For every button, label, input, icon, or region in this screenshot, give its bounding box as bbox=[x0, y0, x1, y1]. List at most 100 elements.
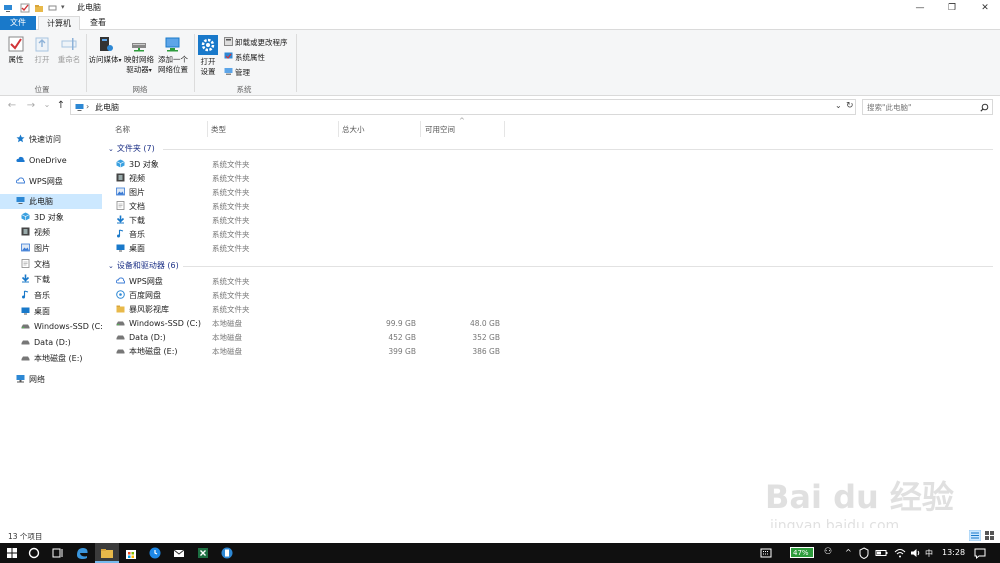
column-separator[interactable] bbox=[504, 121, 505, 137]
sidebar-item-downloads[interactable]: 下载 bbox=[0, 272, 102, 287]
column-header-free-space[interactable]: 可用空间 bbox=[413, 123, 455, 137]
access-media-button[interactable]: 访问媒体▾ bbox=[88, 35, 122, 66]
list-item[interactable]: 百度网盘 系统文件夹 bbox=[116, 289, 616, 303]
new-folder-icon[interactable] bbox=[34, 3, 44, 13]
sidebar-item-music[interactable]: 音乐 bbox=[0, 288, 102, 303]
tab-computer[interactable]: 计算机 bbox=[38, 16, 80, 31]
list-item[interactable]: 本地磁盘 (E:) 本地磁盘 399 GB 386 GB bbox=[116, 345, 616, 359]
map-network-drive-button[interactable]: 映射网络 驱动器▾ bbox=[122, 35, 156, 76]
uninstall-label: 卸载或更改程序 bbox=[235, 38, 288, 47]
keyboard-icon[interactable] bbox=[758, 545, 774, 561]
sidebar-item-desktop[interactable]: 桌面 bbox=[0, 304, 102, 319]
film-icon bbox=[116, 173, 125, 182]
search-input[interactable] bbox=[867, 102, 977, 113]
list-item[interactable]: 图片 系统文件夹 bbox=[116, 186, 616, 200]
search-box[interactable] bbox=[862, 99, 993, 115]
picture-icon bbox=[116, 187, 125, 196]
item-type: 本地磁盘 bbox=[212, 347, 242, 356]
wifi-icon[interactable] bbox=[892, 545, 908, 561]
system-properties-button[interactable]: 系统属性 bbox=[224, 52, 265, 63]
sidebar-item-quick-access[interactable]: 快速访问 bbox=[0, 132, 102, 147]
sidebar-item-videos[interactable]: 视频 bbox=[0, 225, 102, 240]
group-header-devices[interactable]: ⌄ 设备和驱动器 (6) bbox=[108, 260, 179, 271]
security-icon[interactable] bbox=[856, 545, 872, 561]
address-dropdown-button[interactable]: ⌄ bbox=[835, 101, 842, 110]
close-button[interactable]: ✕ bbox=[970, 0, 1000, 16]
mail-icon[interactable] bbox=[171, 545, 187, 561]
sidebar-item-drive-c[interactable]: Windows-SSD (C:) bbox=[0, 319, 106, 334]
people-icon[interactable]: ⚇ bbox=[824, 547, 832, 557]
manage-button[interactable]: 管理 bbox=[224, 67, 250, 78]
properties-icon[interactable] bbox=[20, 3, 30, 13]
properties-button[interactable]: 属性 bbox=[4, 35, 28, 65]
item-name: 3D 对象 bbox=[129, 160, 159, 169]
sidebar-item-drive-d[interactable]: Data (D:) bbox=[0, 335, 102, 350]
uninstall-program-button[interactable]: 卸载或更改程序 bbox=[224, 37, 288, 48]
cube-icon bbox=[116, 159, 125, 168]
list-item[interactable]: 3D 对象 系统文件夹 bbox=[116, 158, 616, 172]
group-header-folders[interactable]: ⌄ 文件夹 (7) bbox=[108, 143, 155, 154]
list-item[interactable]: 音乐 系统文件夹 bbox=[116, 228, 616, 242]
edge-browser-icon[interactable] bbox=[74, 545, 90, 561]
programs-icon bbox=[224, 37, 233, 46]
store-icon[interactable] bbox=[123, 545, 139, 561]
volume-icon[interactable] bbox=[908, 545, 924, 561]
list-item[interactable]: 文档 系统文件夹 bbox=[116, 200, 616, 214]
windows-start-icon[interactable] bbox=[4, 545, 20, 561]
refresh-button[interactable]: ↻ bbox=[846, 101, 854, 111]
notification-center-icon[interactable] bbox=[972, 545, 988, 561]
large-icons-view-icon[interactable] bbox=[984, 530, 995, 541]
search-icon[interactable] bbox=[26, 545, 42, 561]
list-item[interactable]: 桌面 系统文件夹 bbox=[116, 242, 616, 256]
open-button[interactable]: 打开 bbox=[30, 35, 54, 65]
column-header-name[interactable]: 名称 bbox=[103, 123, 130, 137]
recent-locations-button[interactable]: ⌄ bbox=[40, 100, 54, 109]
minimize-button[interactable]: — bbox=[905, 0, 935, 16]
search-icon[interactable] bbox=[980, 103, 989, 112]
sidebar-item-label: OneDrive bbox=[29, 156, 67, 165]
sidebar-item-wps-drive[interactable]: WPS网盘 bbox=[0, 174, 102, 189]
breadcrumb[interactable]: 此电脑 bbox=[95, 102, 119, 113]
task-view-icon[interactable] bbox=[50, 545, 66, 561]
tab-file[interactable]: 文件 bbox=[0, 16, 36, 30]
watermark-text: Bai du 经验 bbox=[765, 478, 954, 516]
battery-icon[interactable] bbox=[874, 545, 890, 561]
rename-button[interactable]: 重命名 bbox=[56, 35, 82, 65]
list-item[interactable]: Data (D:) 本地磁盘 452 GB 352 GB bbox=[116, 331, 616, 345]
sidebar-item-onedrive[interactable]: OneDrive bbox=[0, 153, 102, 168]
sidebar-item-documents[interactable]: 文档 bbox=[0, 257, 102, 272]
details-view-icon[interactable] bbox=[969, 530, 981, 541]
notification-chevron-icon[interactable]: ^ bbox=[845, 548, 852, 557]
input-method-indicator[interactable]: 中 bbox=[925, 548, 933, 559]
chevron-down-icon[interactable]: ▾ bbox=[61, 3, 71, 13]
computer-icon[interactable] bbox=[3, 3, 13, 13]
back-button[interactable]: ← bbox=[5, 100, 19, 111]
add-network-location-button[interactable]: 添加一个 网络位置 bbox=[156, 35, 190, 75]
maximize-button[interactable]: ❐ bbox=[937, 0, 967, 16]
battery-indicator[interactable]: 47% bbox=[790, 547, 814, 558]
sidebar-item-pictures[interactable]: 图片 bbox=[0, 241, 102, 256]
navigation-pane: 快速访问 OneDrive WPS网盘 此电脑 3D 对象 视频 图片 文档 下… bbox=[0, 118, 106, 528]
up-button[interactable]: ↑ bbox=[54, 100, 68, 111]
list-item[interactable]: Windows-SSD (C:) 本地磁盘 99.9 GB 48.0 GB bbox=[116, 317, 616, 331]
sidebar-item-3d-objects[interactable]: 3D 对象 bbox=[0, 210, 102, 225]
clock-time[interactable]: 13:28 bbox=[942, 548, 965, 557]
forward-button[interactable]: → bbox=[24, 100, 38, 111]
file-explorer-taskbar-button[interactable] bbox=[95, 543, 119, 563]
sidebar-item-drive-e[interactable]: 本地磁盘 (E:) bbox=[0, 351, 102, 366]
sidebar-item-this-pc[interactable]: 此电脑 bbox=[0, 194, 102, 209]
list-item[interactable]: 下载 系统文件夹 bbox=[116, 214, 616, 228]
rename-icon[interactable] bbox=[48, 3, 58, 13]
excel-icon[interactable] bbox=[195, 545, 211, 561]
column-header-type[interactable]: 类型 bbox=[199, 123, 226, 137]
tab-view[interactable]: 查看 bbox=[82, 16, 114, 30]
list-item[interactable]: 视频 系统文件夹 bbox=[116, 172, 616, 186]
open-settings-button[interactable]: 打开 设置 bbox=[196, 35, 220, 77]
column-header-total-size[interactable]: 总大小 bbox=[330, 123, 365, 137]
sidebar-item-network[interactable]: 网络 bbox=[0, 372, 102, 387]
app-icon[interactable] bbox=[219, 545, 235, 561]
list-item[interactable]: WPS网盘 系统文件夹 bbox=[116, 275, 616, 289]
clock-app-icon[interactable] bbox=[147, 545, 163, 561]
address-bar[interactable]: › 此电脑 ⌄ ↻ bbox=[70, 99, 856, 115]
list-item[interactable]: 暴风影视库 系统文件夹 bbox=[116, 303, 616, 317]
